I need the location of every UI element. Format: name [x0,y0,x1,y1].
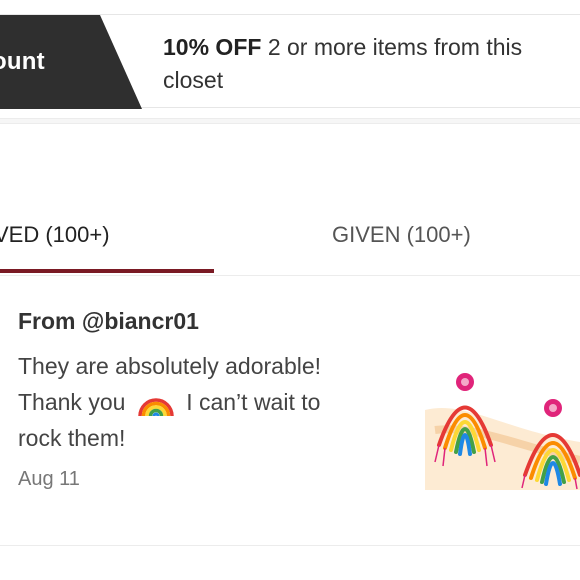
rainbow-emoji-icon [138,398,174,417]
discount-tag-label: ount [0,48,45,75]
review-date: Aug 11 [18,468,80,490]
section-divider [0,118,580,124]
tab-received[interactable]: VED (100+) [0,222,110,248]
active-tab-indicator [0,269,214,273]
discount-description: 10% OFF 2 or more items from this closet [163,31,580,97]
tab-given[interactable]: GIVEN (100+) [332,222,471,248]
discount-banner[interactable]: ount 10% OFF 2 or more items from this c… [0,14,580,109]
earrings-photo[interactable] [425,350,580,490]
love-notes-tabs: VED (100+) GIVEN (100+) [0,214,580,276]
discount-tag: ount [0,15,142,109]
discount-amount: 10% OFF [163,34,262,60]
review-author[interactable]: From @biancr01 [18,308,199,335]
review-text: They are absolutely adorable! Thank you … [18,348,368,456]
review-item[interactable]: From @biancr01 They are absolutely adora… [0,290,580,546]
